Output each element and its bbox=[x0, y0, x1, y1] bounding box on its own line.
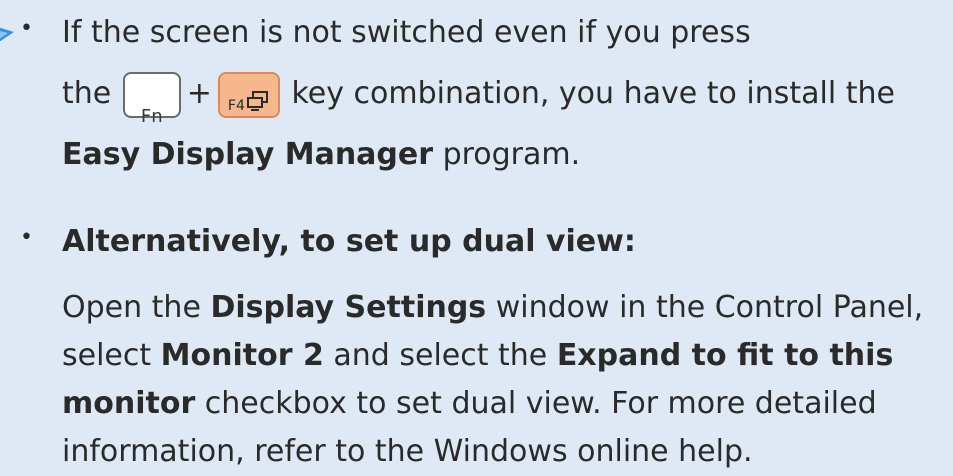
easy-display-manager-label: Easy Display Manager bbox=[62, 137, 434, 172]
bullet2-line1: Open the Display Settings window in the … bbox=[36, 284, 941, 332]
bullet2-heading: Alternatively, to set up dual view: bbox=[36, 211, 941, 272]
bullet-dot: • bbox=[20, 16, 33, 41]
fn-key-label: Fn bbox=[140, 105, 163, 127]
f4-key: F4 bbox=[217, 71, 280, 118]
bullet1-line2: the Fn + F4 key combination, you have to i… bbox=[36, 63, 941, 127]
bullet2-line2-pre: select bbox=[62, 338, 161, 373]
bullet-item-2: • Alternatively, to set up dual view: Op… bbox=[20, 211, 941, 476]
fn-key: Fn bbox=[122, 71, 181, 127]
expand-to-fit-label: Expand to fit to this bbox=[556, 338, 894, 373]
bullet1-line2-pre: the bbox=[62, 76, 112, 111]
bullet2-line3: monitor checkbox to set dual view. For m… bbox=[36, 380, 941, 428]
bullet1-line3-post: program. bbox=[433, 137, 581, 172]
bullet2-line1-pre: Open the bbox=[62, 290, 211, 325]
bullet2-line2-mid: and select the bbox=[323, 338, 557, 373]
display-settings-label: Display Settings bbox=[210, 290, 487, 325]
f4-key-label: F4 bbox=[227, 97, 245, 114]
bullet2-line2: select Monitor 2 and select the Expand t… bbox=[36, 332, 941, 380]
bullet2-line1-post: window in the Control Panel, bbox=[486, 290, 924, 325]
bullet2-line3-post: checkbox to set dual view. For more deta… bbox=[195, 386, 877, 421]
plus-sign: + bbox=[186, 76, 212, 111]
monitor-label: monitor bbox=[62, 386, 196, 421]
bullet-dot: • bbox=[20, 225, 33, 250]
display-switch-icon bbox=[246, 90, 268, 111]
bullet1-line1: If the screen is not switched even if yo… bbox=[62, 15, 751, 50]
bullet1-line2-post: key combination, you have to install the bbox=[291, 76, 895, 111]
bullet2-heading-text: Alternatively, to set up dual view: bbox=[62, 224, 636, 259]
monitor-2-label: Monitor 2 bbox=[160, 338, 324, 373]
bullet-item-1: • If the screen is not switched even if … bbox=[20, 2, 941, 185]
bullet2-line4: information, refer to the Windows online… bbox=[62, 434, 753, 469]
note-icon bbox=[0, 27, 14, 42]
